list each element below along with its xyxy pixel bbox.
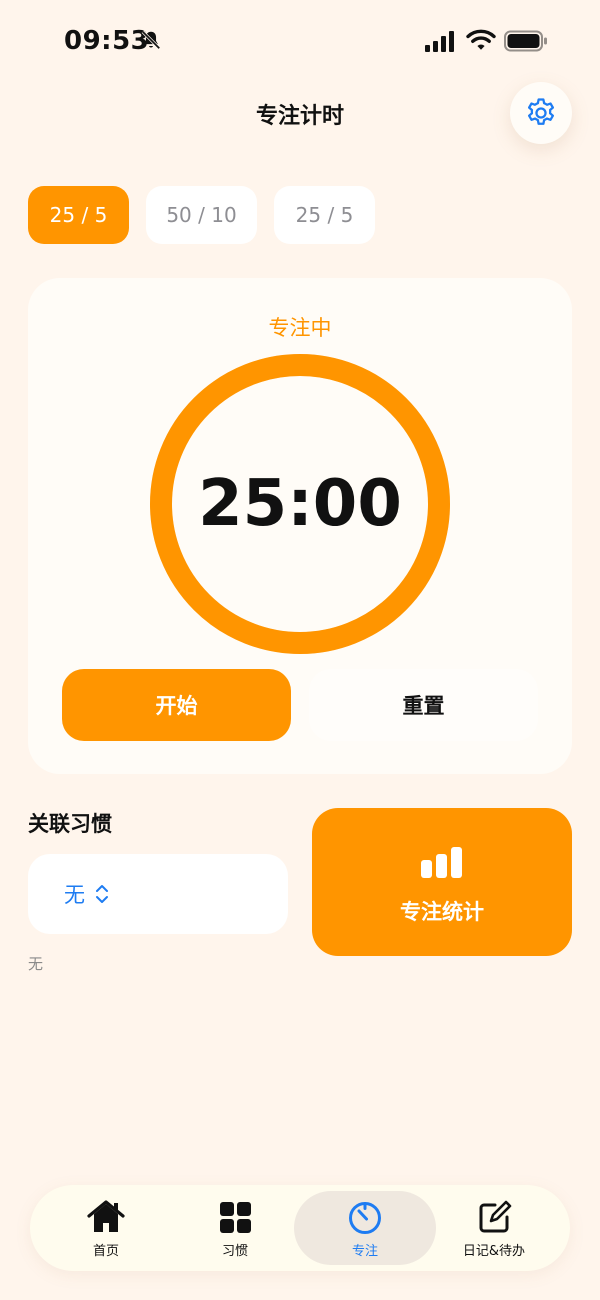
wifi-icon [466,29,496,50]
tab-focus-label: 专注 [351,1244,378,1259]
preset-selector: 25 / 5 50 / 10 25 / 5 [28,186,375,244]
timer-status: 专注中 [268,316,332,340]
status-bar: 09:53 [0,0,600,84]
tab-journal-label: 日记&待办 [462,1244,526,1259]
status-time: 09:53 [64,26,150,56]
gear-icon [527,98,555,125]
edit-icon [479,1200,512,1233]
bar-chart-icon [421,847,462,878]
habit-caption: 无 [28,955,44,973]
tab-habits[interactable]: 习惯 [165,1185,305,1271]
habit-select[interactable]: 无 [28,854,288,934]
timer-icon [349,1202,381,1234]
tab-habits-label: 习惯 [221,1244,248,1259]
chevron-up-down-icon [96,885,108,903]
tab-focus[interactable]: 专注 [294,1191,436,1265]
signal-icon [425,31,454,52]
tab-bar: 首页 习惯 专注 日记&待办 [30,1185,570,1271]
focus-stats-button[interactable]: 专注统计 [312,808,572,956]
tab-journal[interactable]: 日记&待办 [424,1185,564,1271]
settings-button[interactable] [510,82,572,144]
tab-home-label: 首页 [92,1244,119,1259]
start-button[interactable]: 开始 [62,669,291,741]
preset-chip-3[interactable]: 25 / 5 [274,186,375,244]
habit-link-label: 关联习惯 [28,812,112,836]
home-icon [87,1200,125,1232]
habit-select-value: 无 [64,883,85,907]
bell-muted-icon [141,30,161,50]
focus-stats-label: 专注统计 [400,900,484,924]
tab-home[interactable]: 首页 [36,1185,176,1271]
preset-chip-1[interactable]: 25 / 5 [28,186,129,244]
timer-display: 25:00 [198,467,402,541]
timer-card: 专注中 25:00 开始 重置 [28,278,572,774]
reset-button[interactable]: 重置 [309,669,538,741]
focus-timer-screen: 09:53 专注计时 25 / 5 50 / 10 25 / 5 专注中 25:… [0,0,600,1300]
grid-icon [220,1202,251,1233]
battery-icon [504,30,547,52]
preset-chip-2[interactable]: 50 / 10 [146,186,257,244]
